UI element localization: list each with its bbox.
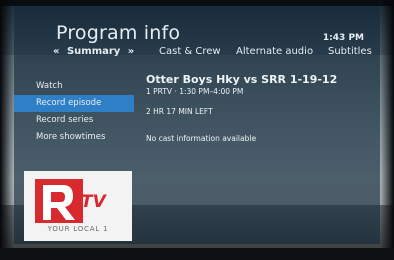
program-title: Otter Boys Hky vs SRR 1-19-12 xyxy=(146,73,338,86)
menu-item-more-showtimes[interactable]: More showtimes xyxy=(14,129,134,146)
clock: 1:43 PM xyxy=(322,33,364,43)
program-details: Otter Boys Hky vs SRR 1-19-12 1 PRTV · 1… xyxy=(146,73,376,144)
rtv-logo-icon: TV xyxy=(35,179,108,223)
tab-cast-crew[interactable]: Cast & Crew xyxy=(159,46,221,57)
bottom-bezel xyxy=(0,248,394,260)
chevron-left-icon[interactable]: « xyxy=(53,46,59,57)
tab-summary[interactable]: « Summary » xyxy=(53,46,134,57)
channel-airtime: 1 PRTV · 1:30 PM–4:00 PM xyxy=(146,87,244,96)
channel-logo: TV YOUR LOCAL 1 xyxy=(24,171,132,241)
logo-tagline: YOUR LOCAL 1 xyxy=(47,225,109,233)
svg-text:TV: TV xyxy=(81,192,108,212)
chevron-right-icon[interactable]: » xyxy=(128,46,134,57)
tab-alternate-audio[interactable]: Alternate audio xyxy=(236,46,313,57)
tab-summary-label: Summary xyxy=(66,46,121,57)
action-menu: Watch Record episode Record series More … xyxy=(14,78,134,146)
left-bezel xyxy=(0,0,14,260)
page-title: Program info xyxy=(56,22,181,44)
menu-item-record-episode[interactable]: Record episode xyxy=(14,95,134,112)
tab-subtitles[interactable]: Subtitles xyxy=(328,46,372,57)
cast-info: No cast information available xyxy=(146,134,257,143)
tv-screen: Program info 1:43 PM « Summary » Cast & … xyxy=(0,0,394,260)
time-remaining: 2 HR 17 MIN LEFT xyxy=(146,107,213,116)
menu-item-record-series[interactable]: Record series xyxy=(14,112,134,129)
tab-bar: « Summary » Cast & Crew Alternate audio … xyxy=(0,46,394,62)
right-bezel xyxy=(380,0,394,260)
menu-item-watch[interactable]: Watch xyxy=(14,78,134,95)
